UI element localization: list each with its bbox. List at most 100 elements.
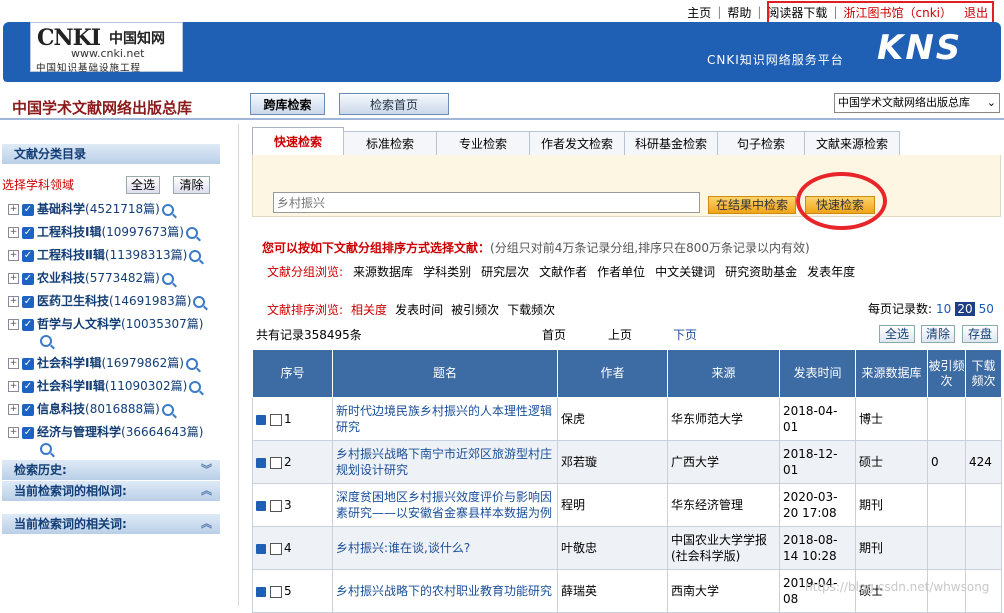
row-checkbox[interactable] [270, 585, 282, 598]
row-author[interactable]: 程明 [557, 483, 668, 527]
tab-quick-search[interactable]: 快速检索 [252, 127, 344, 155]
checkbox-checked-icon[interactable]: ✓ [22, 203, 34, 216]
tab-professional-search[interactable]: 专业检索 [436, 131, 530, 155]
save-icon[interactable] [256, 457, 266, 468]
category-item[interactable]: + ✓ 工程科技Ⅱ辑(11398313篇) [8, 247, 220, 263]
first-page-link[interactable]: 首页 [542, 326, 566, 343]
checkbox-checked-icon[interactable]: ✓ [22, 249, 34, 262]
expand-icon[interactable]: + [8, 358, 19, 369]
next-page-link[interactable]: 下页 [673, 326, 697, 343]
search-icon[interactable] [40, 334, 52, 347]
expand-icon[interactable]: + [8, 250, 19, 261]
tab-source-search[interactable]: 文献来源检索 [804, 131, 900, 155]
search-input[interactable] [273, 192, 700, 213]
clear-fields-button[interactable]: 清除 [173, 176, 210, 194]
row-checkbox[interactable] [270, 456, 282, 469]
category-name[interactable]: 基础科学 [37, 202, 85, 216]
row-title[interactable]: 新时代边境民族乡村振兴的人本理性逻辑研究 [332, 397, 558, 441]
row-author[interactable]: 保虎 [557, 397, 668, 441]
save-icon[interactable] [256, 500, 266, 511]
row-source[interactable]: 华东经济管理 [667, 483, 780, 527]
history-header[interactable]: 检索历史: ︾ [2, 460, 220, 480]
category-item[interactable]: + ✓ 信息科技(8016888篇) [8, 401, 220, 417]
per-page-option[interactable]: 10 [936, 302, 951, 316]
sort-item[interactable]: 下载频次 [507, 301, 555, 318]
similar-words-header[interactable]: 当前检索词的相似词: ︽ [2, 481, 220, 501]
group-item[interactable]: 研究层次 [481, 263, 529, 280]
sort-item[interactable]: 相关度 [351, 301, 387, 318]
row-title[interactable]: 乡村振兴战略下的农村职业教育功能研究 [332, 569, 558, 613]
expand-icon[interactable]: + [8, 427, 19, 438]
row-title[interactable]: 乡村振兴:谁在谈,谈什么? [332, 526, 558, 570]
row-author[interactable]: 邓若璇 [557, 440, 668, 484]
search-icon[interactable] [185, 357, 198, 370]
category-item[interactable]: + ✓ 基础科学(4521718篇) [8, 201, 220, 217]
per-page-option[interactable]: 50 [979, 302, 994, 316]
search-icon[interactable] [193, 295, 206, 308]
row-source[interactable]: 广西大学 [667, 440, 780, 484]
expand-icon[interactable]: + [8, 273, 19, 284]
category-item[interactable]: + ✓ 农业科技(5773482篇) [8, 270, 220, 286]
group-item[interactable]: 文献作者 [539, 263, 587, 280]
tab-standard-search[interactable]: 标准检索 [343, 131, 437, 155]
search-icon[interactable] [40, 442, 52, 455]
cnki-logo[interactable]: CNKI 中国知网 www.cnki.net 中国知识基础设施工程 [30, 22, 183, 74]
search-icon[interactable] [189, 380, 202, 393]
group-item[interactable]: 学科类别 [423, 263, 471, 280]
checkbox-checked-icon[interactable]: ✓ [22, 318, 34, 331]
category-name[interactable]: 工程科技Ⅰ辑 [37, 225, 101, 239]
checkbox-checked-icon[interactable]: ✓ [22, 403, 34, 416]
checkbox-checked-icon[interactable]: ✓ [22, 357, 34, 370]
row-title[interactable]: 乡村振兴战略下南宁市近郊区旅游型村庄规划设计研究 [332, 440, 558, 484]
group-item[interactable]: 发表年度 [807, 263, 855, 280]
row-checkbox[interactable] [270, 499, 282, 512]
expand-icon[interactable]: + [8, 204, 19, 215]
row-checkbox[interactable] [270, 413, 282, 426]
expand-icon[interactable]: + [8, 404, 19, 415]
database-select[interactable]: 中国学术文献网络出版总库 ⌄ [834, 93, 1000, 113]
expand-icon[interactable]: + [8, 227, 19, 238]
category-name[interactable]: 信息科技 [37, 402, 85, 416]
save-icon[interactable] [256, 414, 266, 425]
row-source[interactable]: 中国农业大学学报(社会科学版) [667, 526, 780, 570]
row-title[interactable]: 深度贫困地区乡村振兴效度评价与影响因素研究——以安徽省金寨县样本数据为例 [332, 483, 558, 527]
row-source[interactable]: 西南大学 [667, 569, 780, 613]
save-icon[interactable] [256, 586, 266, 597]
search-icon[interactable] [161, 403, 174, 416]
expand-icon[interactable]: + [8, 381, 19, 392]
search-icon[interactable] [185, 226, 198, 239]
select-all-fields-button[interactable]: 全选 [126, 176, 160, 194]
category-name[interactable]: 农业科技 [37, 271, 85, 285]
search-in-results-button[interactable]: 在结果中检索 [708, 196, 796, 214]
row-checkbox[interactable] [270, 542, 282, 555]
checkbox-checked-icon[interactable]: ✓ [22, 226, 34, 239]
category-name[interactable]: 社会科学Ⅱ辑 [37, 379, 105, 393]
category-name[interactable]: 社会科学Ⅰ辑 [37, 356, 101, 370]
category-item[interactable]: + ✓ 社会科学Ⅱ辑(11090302篇) [8, 378, 220, 394]
category-name[interactable]: 医药卫生科技 [37, 294, 109, 308]
related-words-header[interactable]: 当前检索词的相关词: ︽ [2, 514, 220, 534]
expand-icon[interactable]: + [8, 296, 19, 307]
row-author[interactable]: 叶敬忠 [557, 526, 668, 570]
checkbox-checked-icon[interactable]: ✓ [22, 426, 34, 439]
row-author[interactable]: 薛瑞英 [557, 569, 668, 613]
category-item[interactable]: + ✓ 工程科技Ⅰ辑(10997673篇) [8, 224, 220, 240]
search-icon[interactable] [161, 272, 174, 285]
chevron-up-icon[interactable]: ︽ [201, 514, 212, 534]
category-name[interactable]: 哲学与人文科学 [37, 317, 121, 331]
category-item[interactable]: + ✓ 医药卫生科技(14691983篇) [8, 293, 220, 309]
expand-icon[interactable]: + [8, 319, 19, 330]
group-item[interactable]: 研究资助基金 [725, 263, 797, 280]
category-item[interactable]: + ✓ 社会科学Ⅰ辑(16979862篇) [8, 355, 220, 371]
search-icon[interactable] [161, 203, 174, 216]
group-item[interactable]: 中文关键词 [655, 263, 715, 280]
search-home-button[interactable]: 检索首页 [339, 93, 449, 115]
per-page-option[interactable]: 20 [955, 301, 975, 316]
category-item[interactable]: + ✓ 经济与管理科学(36664643篇) [8, 424, 220, 456]
sort-item[interactable]: 发表时间 [395, 301, 443, 318]
sort-item[interactable]: 被引频次 [451, 301, 499, 318]
chevron-down-icon[interactable]: ︾ [201, 460, 212, 480]
category-item[interactable]: + ✓ 哲学与人文科学(10035307篇) [8, 316, 220, 348]
checkbox-checked-icon[interactable]: ✓ [22, 272, 34, 285]
cross-search-button[interactable]: 跨库检索 [250, 93, 325, 115]
